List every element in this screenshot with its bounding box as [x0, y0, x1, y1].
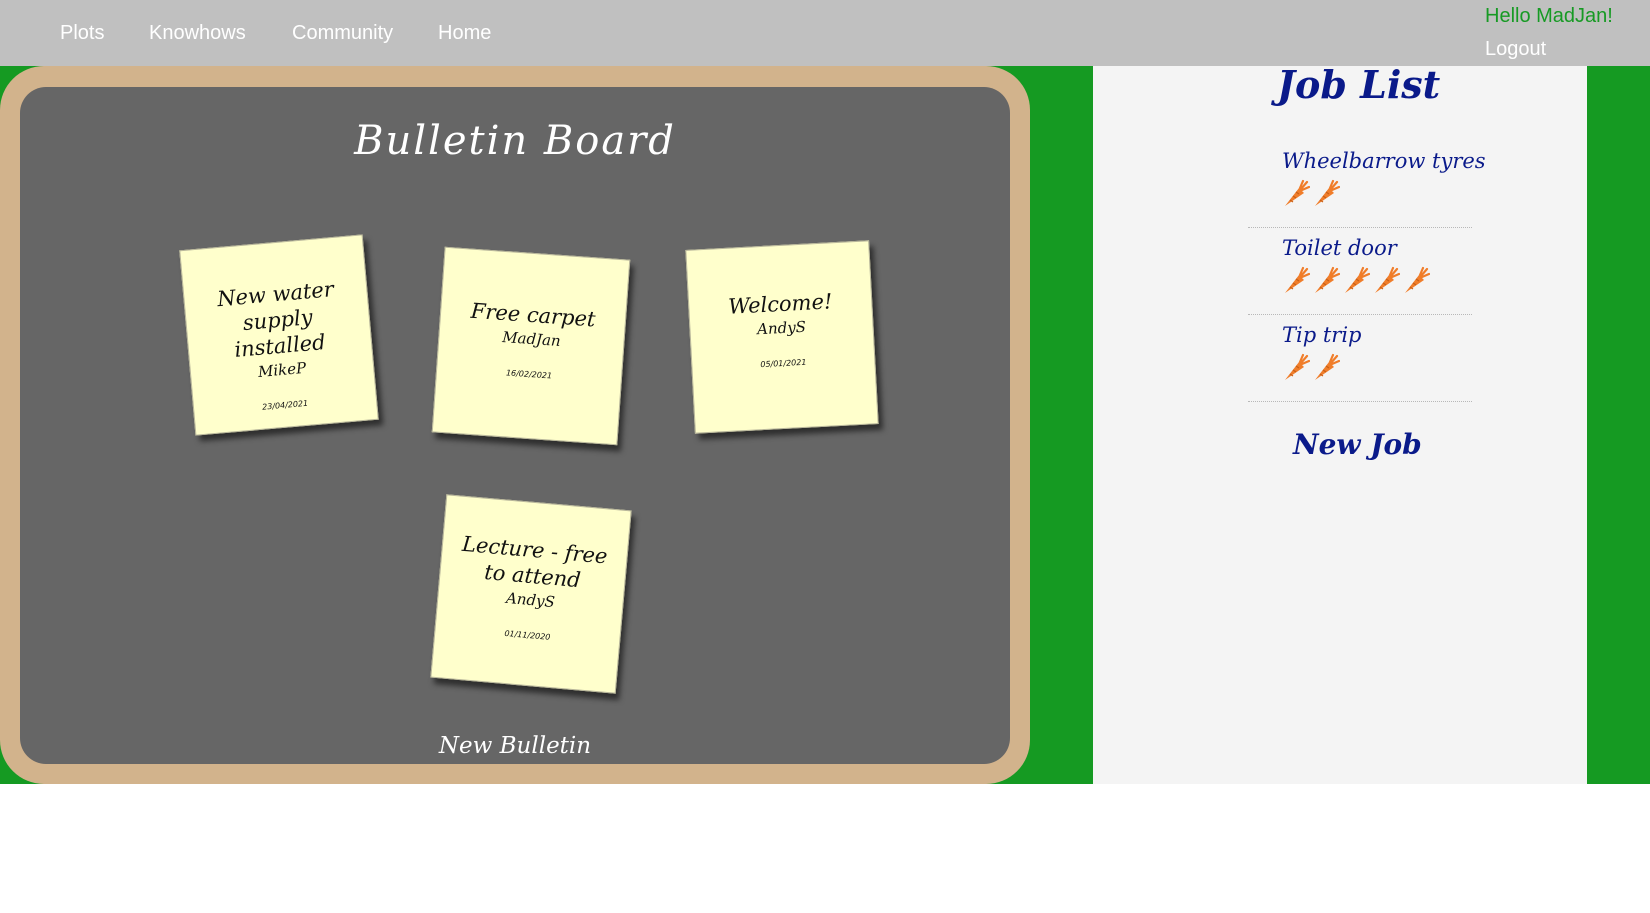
note-date: 23/04/2021 — [261, 398, 309, 412]
carrot-icon — [1312, 266, 1341, 296]
nav-link-plots[interactable]: Plots — [60, 22, 104, 45]
new-job-button[interactable]: New Job — [1293, 428, 1422, 461]
carrot-icon — [1282, 179, 1311, 209]
job-name[interactable]: Tip trip — [1282, 323, 1361, 347]
nav-link-community[interactable]: Community — [292, 22, 393, 45]
bulletin-note[interactable]: Free carpet MadJan 16/02/2021 — [431, 246, 631, 446]
bulletin-note[interactable]: New water supply installed MikeP 23/04/2… — [179, 234, 379, 436]
carrot-rating — [1282, 179, 1342, 209]
job-name[interactable]: Toilet door — [1282, 236, 1397, 260]
carrot-icon — [1402, 266, 1431, 296]
carrot-icon — [1372, 266, 1401, 296]
note-date: 01/11/2020 — [504, 628, 551, 642]
carrot-icon — [1342, 266, 1371, 296]
note-date: 16/02/2021 — [505, 368, 553, 381]
top-navigation-bar: Plots Knowhows Community Home Hello MadJ… — [0, 0, 1650, 66]
job-item[interactable]: Wheelbarrow tyres — [1248, 141, 1486, 228]
note-date: 05/01/2021 — [760, 357, 807, 370]
nav-link-knowhows[interactable]: Knowhows — [149, 22, 246, 45]
nav-link-home[interactable]: Home — [438, 22, 491, 45]
bulletin-note[interactable]: Welcome! AndyS 05/01/2021 — [685, 240, 879, 434]
job-list-title: Job List — [1277, 62, 1441, 107]
job-item[interactable]: Tip trip — [1248, 315, 1472, 402]
carrot-icon — [1312, 353, 1341, 383]
bulletin-note[interactable]: Lecture - free to attend AndyS 01/11/202… — [430, 494, 632, 694]
job-item[interactable]: Toilet door — [1248, 228, 1472, 315]
new-bulletin-button[interactable]: New Bulletin — [0, 733, 1030, 759]
user-greeting: Hello MadJan! — [1485, 5, 1613, 27]
job-name[interactable]: Wheelbarrow tyres — [1282, 149, 1486, 173]
note-title: New water supply installed — [216, 277, 335, 362]
carrot-rating — [1282, 266, 1432, 296]
carrot-icon — [1312, 179, 1341, 209]
carrot-icon — [1282, 353, 1311, 383]
logout-link[interactable]: Logout — [1485, 38, 1546, 61]
carrot-rating — [1282, 353, 1342, 383]
carrot-icon — [1282, 266, 1311, 296]
bulletin-board-title: Bulletin Board — [354, 118, 676, 164]
